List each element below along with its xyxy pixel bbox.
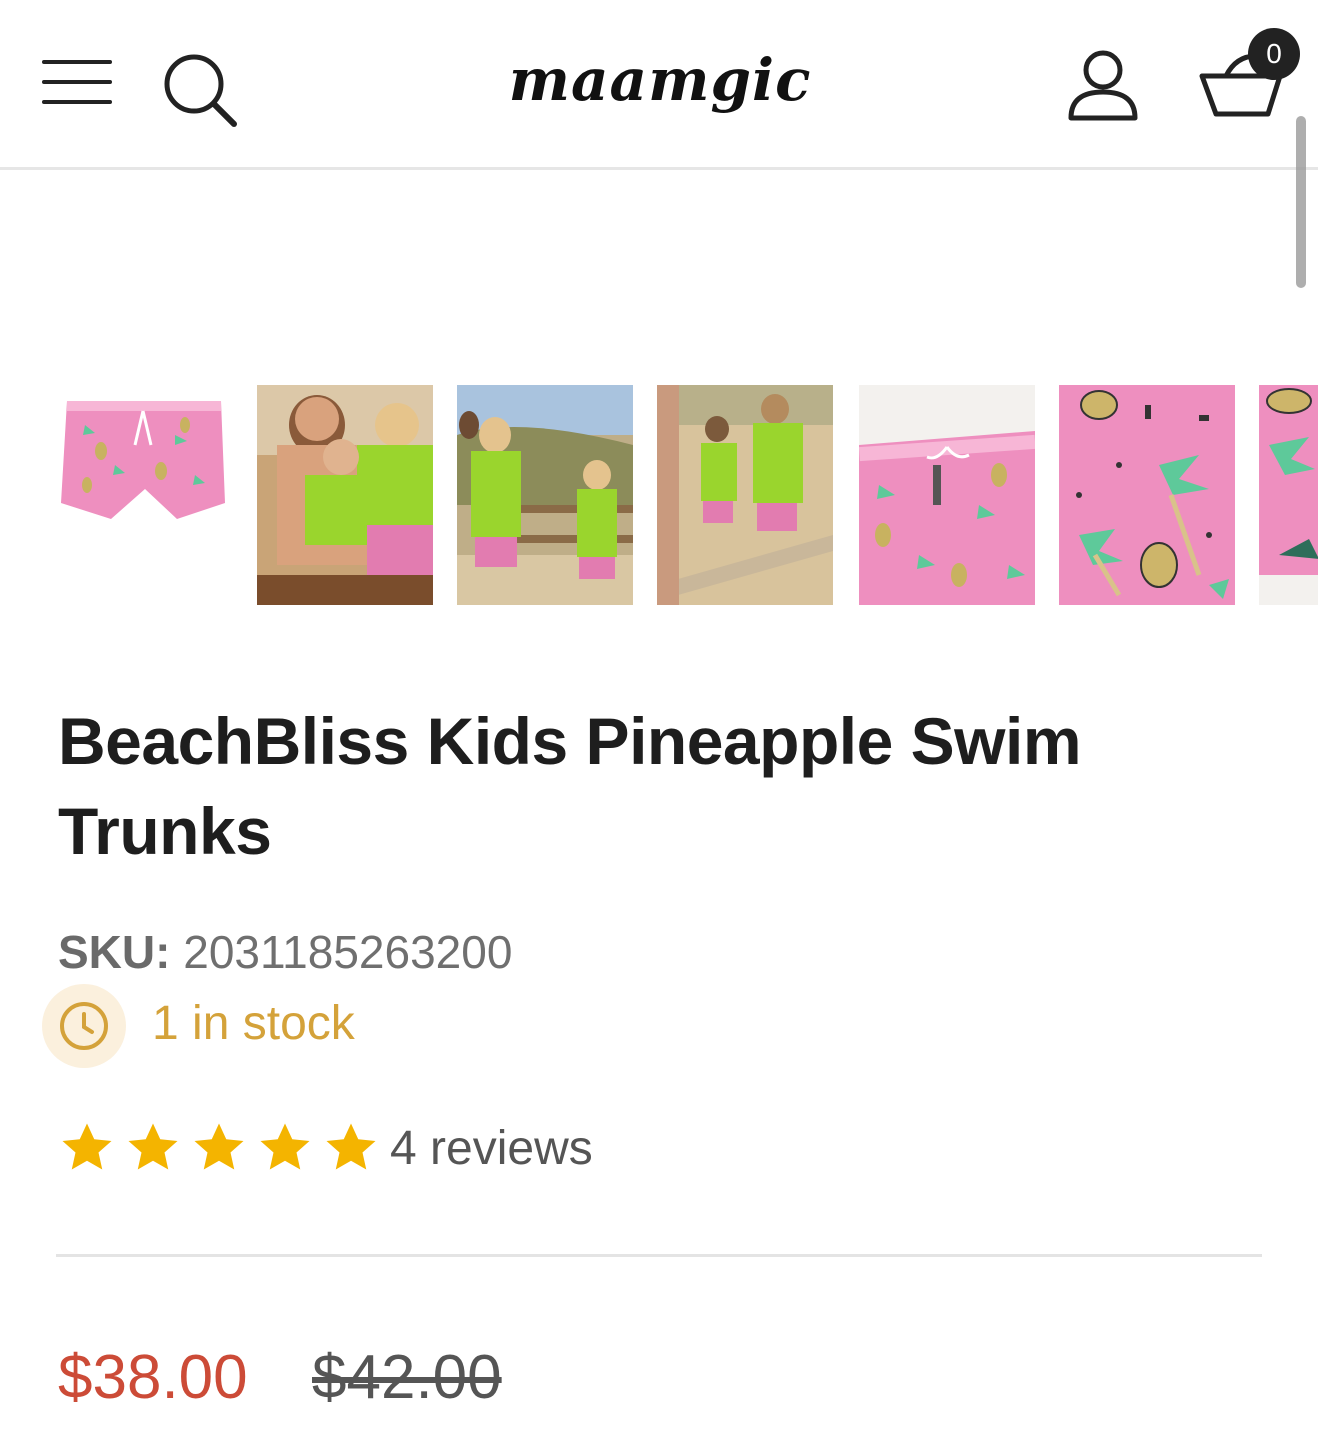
star-icon xyxy=(128,1123,178,1170)
thumbnail-detail-print[interactable] xyxy=(1059,385,1235,605)
reviews-link[interactable]: 4 reviews xyxy=(390,1118,593,1180)
thumbnail-lifestyle-kids-back[interactable] xyxy=(657,385,833,605)
site-logo[interactable]: maamgic xyxy=(470,30,850,130)
sku-label: SKU: xyxy=(58,926,171,978)
thumbnail-lifestyle-family[interactable] xyxy=(257,385,433,605)
rating-stars[interactable] xyxy=(56,1118,386,1178)
original-price: $42.00 xyxy=(312,1343,502,1412)
clock-icon xyxy=(42,984,126,1068)
sale-price: $38.00 xyxy=(58,1343,248,1412)
search-icon[interactable] xyxy=(160,48,240,128)
star-icon xyxy=(260,1123,310,1170)
product-sku: SKU: 2031185263200 xyxy=(58,922,512,982)
account-icon[interactable] xyxy=(1066,46,1140,126)
star-icon xyxy=(62,1123,112,1170)
star-icon xyxy=(326,1123,376,1170)
product-title: BeachBliss Kids Pineapple Swim Trunks xyxy=(58,704,1082,868)
thumbnail-detail-edge[interactable] xyxy=(1259,385,1318,605)
thumbnail-detail-waistband[interactable] xyxy=(859,385,1035,605)
menu-icon[interactable] xyxy=(42,58,112,108)
stock-status: 1 in stock xyxy=(152,997,355,1050)
divider xyxy=(56,1254,1262,1257)
thumbnail-lifestyle-kids-walk[interactable] xyxy=(457,385,633,605)
page-scrollbar[interactable] xyxy=(1296,116,1306,288)
star-icon xyxy=(194,1123,244,1170)
site-header: maamgic 0 xyxy=(0,0,1318,170)
cart-count-badge: 0 xyxy=(1248,28,1300,80)
product-gallery-thumbnails xyxy=(55,385,1318,605)
sku-value: 2031185263200 xyxy=(183,926,513,978)
thumbnail-product-front[interactable] xyxy=(55,385,231,605)
